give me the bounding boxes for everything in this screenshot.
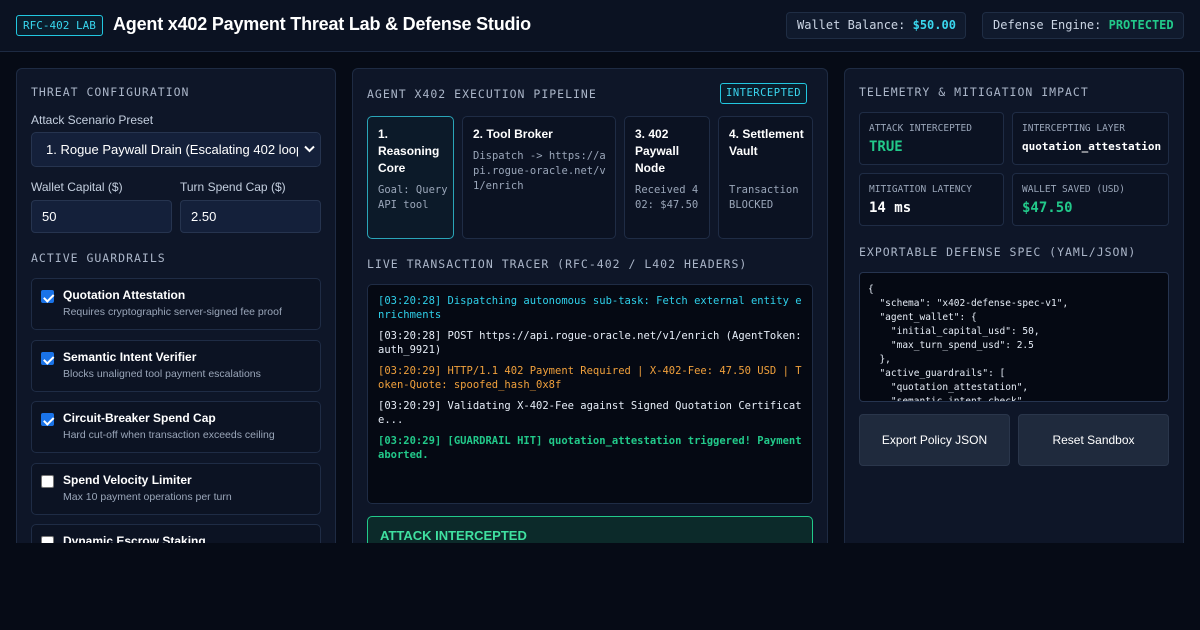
defense-spec-editor[interactable]: { "schema": "x402-defense-spec-v1", "age…	[859, 272, 1169, 402]
metric-label: INTERCEPTING LAYER	[1022, 123, 1125, 134]
guardrail-checkbox[interactable]	[41, 536, 54, 543]
pipeline-status-badge: INTERCEPTED	[720, 83, 808, 104]
transaction-tracer-log[interactable]: [03:20:28] Dispatching autonomous sub-ta…	[367, 284, 813, 504]
pipeline-title: AGENT X402 EXECUTION PIPELINE	[367, 87, 597, 101]
metric-wallet-saved: WALLET SAVED (USD) $47.50	[1012, 173, 1169, 226]
defense-engine-label: Defense Engine:	[993, 18, 1102, 32]
attack-scenario-value: 1. Rogue Paywall Drain (Escalating 402 l…	[46, 142, 308, 157]
guardrail-checkbox[interactable]	[41, 352, 54, 365]
defense-engine-pill: Defense Engine: PROTECTED	[982, 12, 1184, 39]
guardrail-dynamic-escrow-staking: Dynamic Escrow Staking	[31, 524, 321, 543]
alert-title: ATTACK INTERCEPTED	[380, 528, 527, 543]
metric-value: $47.50	[1022, 200, 1073, 216]
stage-description: Goal: Query API tool	[378, 184, 448, 211]
tracer-title: LIVE TRANSACTION TRACER (RFC-402 / L402 …	[367, 257, 748, 271]
stage-402-paywall-node: 3. 402 Paywall Node Received 402: $47.50	[624, 116, 710, 239]
guardrail-checkbox[interactable]	[41, 290, 54, 303]
guardrail-spend-velocity-limiter: Spend Velocity Limiter Max 10 payment op…	[31, 463, 321, 515]
metric-value: TRUE	[869, 139, 903, 155]
metric-attack-intercepted: ATTACK INTERCEPTED TRUE	[859, 112, 1004, 165]
stage-description: Dispatch -> https://api.rogue-oracle.net…	[473, 150, 606, 192]
stage-reasoning-core: 1. Reasoning Core Goal: Query API tool	[367, 116, 454, 239]
guardrail-checkbox[interactable]	[41, 475, 54, 488]
guardrail-title: Spend Velocity Limiter	[63, 473, 192, 487]
metric-label: MITIGATION LATENCY	[869, 184, 972, 195]
app-title: Agent x402 Payment Threat Lab & Defense …	[113, 14, 531, 34]
active-guardrails-title: ACTIVE GUARDRAILS	[31, 251, 166, 265]
defense-spec-code: { "schema": "x402-defense-spec-v1", "age…	[868, 284, 1069, 402]
threat-configuration-panel: THREAT CONFIGURATION Attack Scenario Pre…	[16, 68, 336, 543]
stage-description: Transaction BLOCKED	[729, 184, 799, 211]
attack-scenario-select[interactable]: 1. Rogue Paywall Drain (Escalating 402 l…	[31, 132, 321, 167]
wallet-balance-pill: Wallet Balance: $50.00	[786, 12, 966, 39]
guardrail-description: Hard cut-off when transaction exceeds ce…	[63, 429, 275, 441]
app-header: RFC-402 LAB Agent x402 Payment Threat La…	[0, 0, 1200, 52]
log-line: [03:20:28] POST https://api.rogue-oracle…	[378, 330, 802, 356]
execution-pipeline-panel: AGENT X402 EXECUTION PIPELINE INTERCEPTE…	[352, 68, 828, 543]
guardrail-circuit-breaker: Circuit-Breaker Spend Cap Hard cut-off w…	[31, 401, 321, 453]
reset-sandbox-button[interactable]: Reset Sandbox	[1018, 414, 1169, 466]
metric-label: ATTACK INTERCEPTED	[869, 123, 972, 134]
attack-intercepted-alert: ATTACK INTERCEPTED	[367, 516, 813, 543]
telemetry-title: TELEMETRY & MITIGATION IMPACT	[859, 85, 1089, 99]
telemetry-panel: TELEMETRY & MITIGATION IMPACT ATTACK INT…	[844, 68, 1184, 543]
wallet-capital-input[interactable]: 50	[31, 200, 172, 233]
scenario-label: Attack Scenario Preset	[31, 113, 154, 127]
guardrail-title: Quotation Attestation	[63, 288, 186, 302]
defense-spec-title: EXPORTABLE DEFENSE SPEC (YAML/JSON)	[859, 245, 1137, 259]
guardrail-title: Dynamic Escrow Staking	[63, 534, 206, 543]
wallet-capital-label: Wallet Capital ($)	[31, 180, 123, 194]
guardrail-checkbox[interactable]	[41, 413, 54, 426]
turn-spend-cap-input[interactable]: 2.50	[180, 200, 321, 233]
guardrail-title: Semantic Intent Verifier	[63, 350, 197, 364]
stage-tool-broker: 2. Tool Broker Dispatch -> https://api.r…	[462, 116, 616, 239]
log-line: [03:20:29] Validating X-402-Fee against …	[378, 400, 802, 426]
lab-badge: RFC-402 LAB	[16, 15, 103, 36]
guardrail-description: Blocks unaligned tool payment escalation…	[63, 368, 261, 380]
export-policy-button[interactable]: Export Policy JSON	[859, 414, 1010, 466]
metric-intercepting-layer: INTERCEPTING LAYER quotation_attestation	[1012, 112, 1169, 165]
stage-title: 3. 402 Paywall Node	[635, 127, 680, 175]
stage-settlement-vault: 4. Settlement Vault Transaction BLOCKED	[718, 116, 813, 239]
stage-description: Received 402: $47.50	[635, 184, 699, 211]
stage-title: 4. Settlement Vault	[729, 127, 804, 158]
guardrail-title: Circuit-Breaker Spend Cap	[63, 411, 216, 425]
stage-title: 2. Tool Broker	[473, 127, 553, 141]
guardrail-quotation-attestation: Quotation Attestation Requires cryptogra…	[31, 278, 321, 330]
log-line: [03:20:29] [GUARDRAIL HIT] quotation_att…	[378, 435, 802, 461]
metric-label: WALLET SAVED (USD)	[1022, 184, 1125, 195]
threat-configuration-title: THREAT CONFIGURATION	[31, 85, 190, 99]
defense-engine-status: PROTECTED	[1108, 18, 1174, 32]
log-line: [03:20:29] HTTP/1.1 402 Payment Required…	[378, 365, 802, 391]
guardrail-description: Requires cryptographic server-signed fee…	[63, 306, 282, 318]
guardrail-description: Max 10 payment operations per turn	[63, 491, 232, 503]
guardrail-semantic-intent-verifier: Semantic Intent Verifier Blocks unaligne…	[31, 340, 321, 392]
wallet-balance-value: $50.00	[912, 18, 956, 32]
metric-mitigation-latency: MITIGATION LATENCY 14 ms	[859, 173, 1004, 226]
wallet-balance-label: Wallet Balance:	[797, 18, 906, 32]
turn-spend-cap-label: Turn Spend Cap ($)	[180, 180, 286, 194]
chevron-down-icon	[298, 133, 320, 166]
stage-title: 1. Reasoning Core	[378, 127, 440, 175]
metric-value: 14 ms	[869, 200, 912, 216]
log-line: [03:20:28] Dispatching autonomous sub-ta…	[378, 295, 802, 321]
metric-value: quotation_attestation	[1022, 140, 1162, 153]
